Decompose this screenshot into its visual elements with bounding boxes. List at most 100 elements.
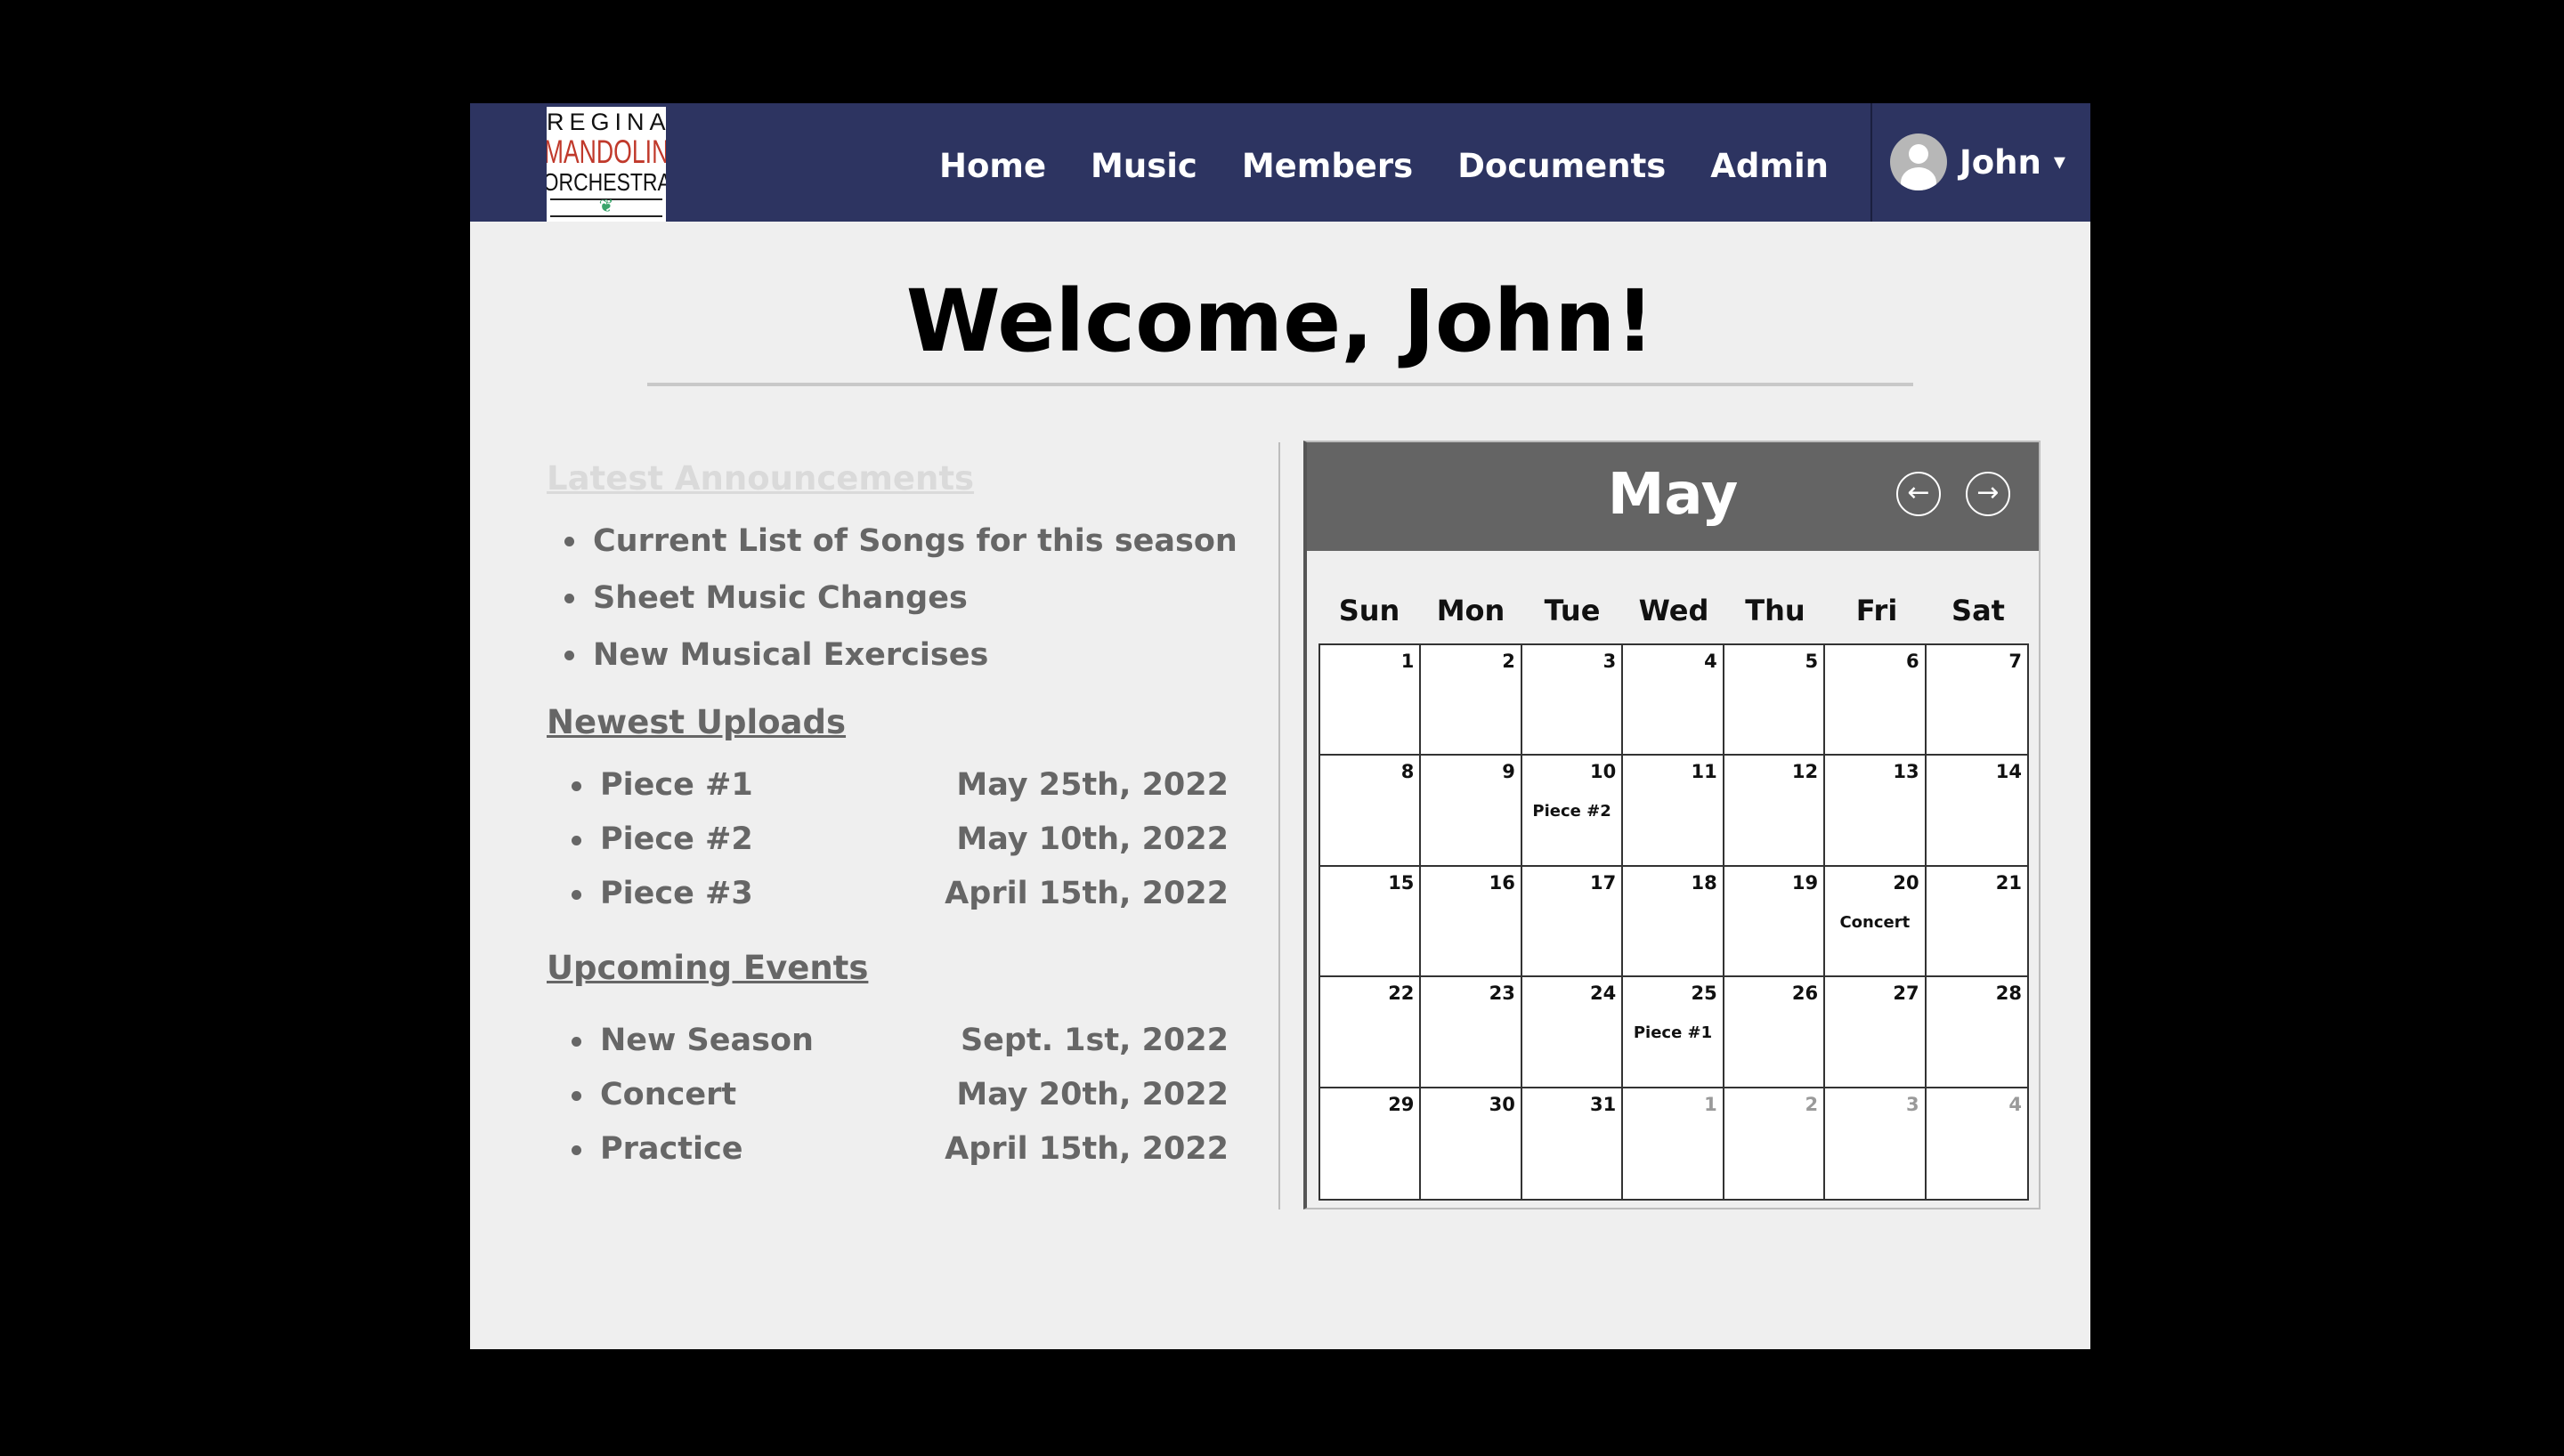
day-number: 18 — [1691, 871, 1717, 894]
calendar-day[interactable]: 6 — [1825, 645, 1927, 756]
day-number: 10 — [1590, 761, 1617, 783]
calendar-day[interactable]: 30 — [1421, 1088, 1522, 1199]
day-number: 29 — [1388, 1093, 1415, 1115]
event-date: April 15th, 2022 — [945, 1131, 1229, 1167]
announcement-item[interactable]: New Musical Exercises — [564, 627, 1237, 684]
calendar-day[interactable]: 22 — [1320, 977, 1422, 1088]
calendar-event[interactable]: Concert — [1825, 913, 1924, 932]
calendar-day[interactable]: 1 — [1320, 645, 1422, 756]
arrow-right-icon[interactable]: → — [1966, 472, 2010, 516]
logo-line-1: REGINA — [547, 109, 666, 135]
calendar-day[interactable]: 31 — [1521, 1088, 1624, 1199]
event-name: Concert — [600, 1077, 737, 1112]
calendar-day[interactable]: 18 — [1623, 866, 1724, 978]
arrow-left-icon[interactable]: ← — [1896, 472, 1941, 516]
calendar-day[interactable]: 27 — [1825, 977, 1927, 1088]
day-number: 31 — [1590, 1093, 1617, 1115]
calendar-day[interactable]: 23 — [1421, 977, 1522, 1088]
announcement-item[interactable]: Sheet Music Changes — [564, 570, 1237, 627]
event-item[interactable]: Practice April 15th, 2022 — [572, 1122, 1229, 1177]
navbar: REGINA MANDOLIN ORCHESTRA ❦ Home Music M… — [470, 103, 2090, 222]
calendar-day[interactable]: 4 — [1623, 645, 1724, 756]
calendar-day[interactable]: 16 — [1421, 866, 1522, 978]
upload-item[interactable]: Piece #3 April 15th, 2022 — [572, 867, 1229, 921]
column-divider — [1278, 442, 1280, 1209]
event-name: New Season — [600, 1023, 814, 1058]
calendar-day[interactable]: 25 Piece #1 — [1623, 977, 1724, 1088]
calendar-day[interactable]: 29 — [1320, 1088, 1422, 1199]
calendar-day[interactable]: 9 — [1421, 756, 1522, 867]
calendar-day[interactable]: 8 — [1320, 756, 1422, 867]
calendar-day[interactable]: 5 — [1724, 645, 1826, 756]
upload-item[interactable]: Piece #2 May 10th, 2022 — [572, 813, 1229, 867]
event-item[interactable]: New Season Sept. 1st, 2022 — [572, 1014, 1229, 1068]
weekday-label: Wed — [1638, 594, 1709, 627]
nav-admin[interactable]: Admin — [1710, 147, 1829, 185]
day-number: 14 — [1995, 761, 2022, 783]
page-title: Welcome, John! — [905, 271, 1655, 371]
leaf-icon: ❦ — [598, 197, 614, 216]
calendar-day[interactable]: 17 — [1521, 866, 1624, 978]
day-number: 23 — [1489, 983, 1515, 1005]
weekday-label: Sat — [1951, 594, 2005, 627]
logo-line-2: MANDOLIN — [547, 133, 666, 170]
calendar-day[interactable]: 13 — [1825, 756, 1927, 867]
calendar-day[interactable]: 2 — [1724, 1088, 1826, 1199]
upload-item[interactable]: Piece #1 May 25th, 2022 — [572, 758, 1229, 813]
calendar-day[interactable]: 7 — [1926, 645, 2027, 756]
uploads-heading[interactable]: Newest Uploads — [547, 703, 846, 741]
day-number: 19 — [1791, 871, 1819, 894]
calendar-event[interactable]: Piece #2 — [1522, 802, 1621, 821]
calendar-day[interactable]: 24 — [1521, 977, 1624, 1088]
calendar-day[interactable]: 15 — [1320, 866, 1422, 978]
weekday-label: Thu — [1745, 594, 1805, 627]
day-number: 28 — [1995, 983, 2022, 1005]
day-number: 2 — [1805, 1093, 1819, 1115]
calendar-day[interactable]: 2 — [1421, 645, 1522, 756]
nav-home[interactable]: Home — [939, 147, 1046, 185]
day-number: 9 — [1502, 761, 1515, 783]
events-heading[interactable]: Upcoming Events — [547, 949, 868, 987]
calendar-event[interactable]: Piece #1 — [1623, 1023, 1722, 1042]
announcements-heading[interactable]: Latest Announcements — [547, 459, 974, 497]
calendar-day[interactable]: 28 — [1926, 977, 2027, 1088]
announcement-item[interactable]: Current List of Songs for this season — [564, 513, 1237, 570]
nav-members[interactable]: Members — [1242, 147, 1413, 185]
day-number: 13 — [1893, 761, 1919, 783]
calendar-day[interactable]: 10 Piece #2 — [1521, 756, 1624, 867]
event-item[interactable]: Concert May 20th, 2022 — [572, 1068, 1229, 1122]
day-number: 12 — [1791, 761, 1819, 783]
calendar-day[interactable]: 11 — [1623, 756, 1724, 867]
day-number: 3 — [1905, 1093, 1919, 1115]
events-list: New Season Sept. 1st, 2022 Concert May 20t… — [572, 1014, 1229, 1177]
weekday-label: Tue — [1544, 594, 1601, 627]
event-name: Practice — [600, 1131, 743, 1167]
calendar-day[interactable]: 26 — [1724, 977, 1826, 1088]
orchestra-logo[interactable]: REGINA MANDOLIN ORCHESTRA ❦ — [547, 107, 666, 222]
logo-rule — [550, 215, 662, 217]
calendar-day[interactable]: 19 — [1724, 866, 1826, 978]
user-name: John — [1960, 142, 2041, 182]
upload-date: April 15th, 2022 — [945, 876, 1229, 911]
weekday-label: Sun — [1338, 594, 1400, 627]
day-number: 25 — [1691, 983, 1717, 1005]
day-number: 26 — [1791, 983, 1819, 1005]
nav-music[interactable]: Music — [1091, 147, 1197, 185]
upload-name: Piece #3 — [600, 876, 753, 911]
day-number: 3 — [1602, 651, 1617, 672]
nav-divider — [1870, 103, 1872, 222]
calendar-day[interactable]: 4 — [1926, 1088, 2027, 1199]
user-menu[interactable]: John ▾ — [1890, 133, 2065, 190]
calendar-day[interactable]: 20 Concert — [1825, 866, 1927, 978]
day-number: 5 — [1805, 651, 1819, 672]
calendar-day[interactable]: 12 — [1724, 756, 1826, 867]
day-number: 27 — [1893, 983, 1919, 1005]
calendar-day[interactable]: 14 — [1926, 756, 2027, 867]
event-date: May 20th, 2022 — [956, 1077, 1229, 1112]
calendar-day[interactable]: 3 — [1825, 1088, 1927, 1199]
calendar-day[interactable]: 21 — [1926, 866, 2027, 978]
chevron-down-icon: ▾ — [2053, 149, 2065, 175]
nav-documents[interactable]: Documents — [1457, 147, 1666, 185]
calendar-day[interactable]: 3 — [1521, 645, 1624, 756]
calendar-day[interactable]: 1 — [1623, 1088, 1724, 1199]
